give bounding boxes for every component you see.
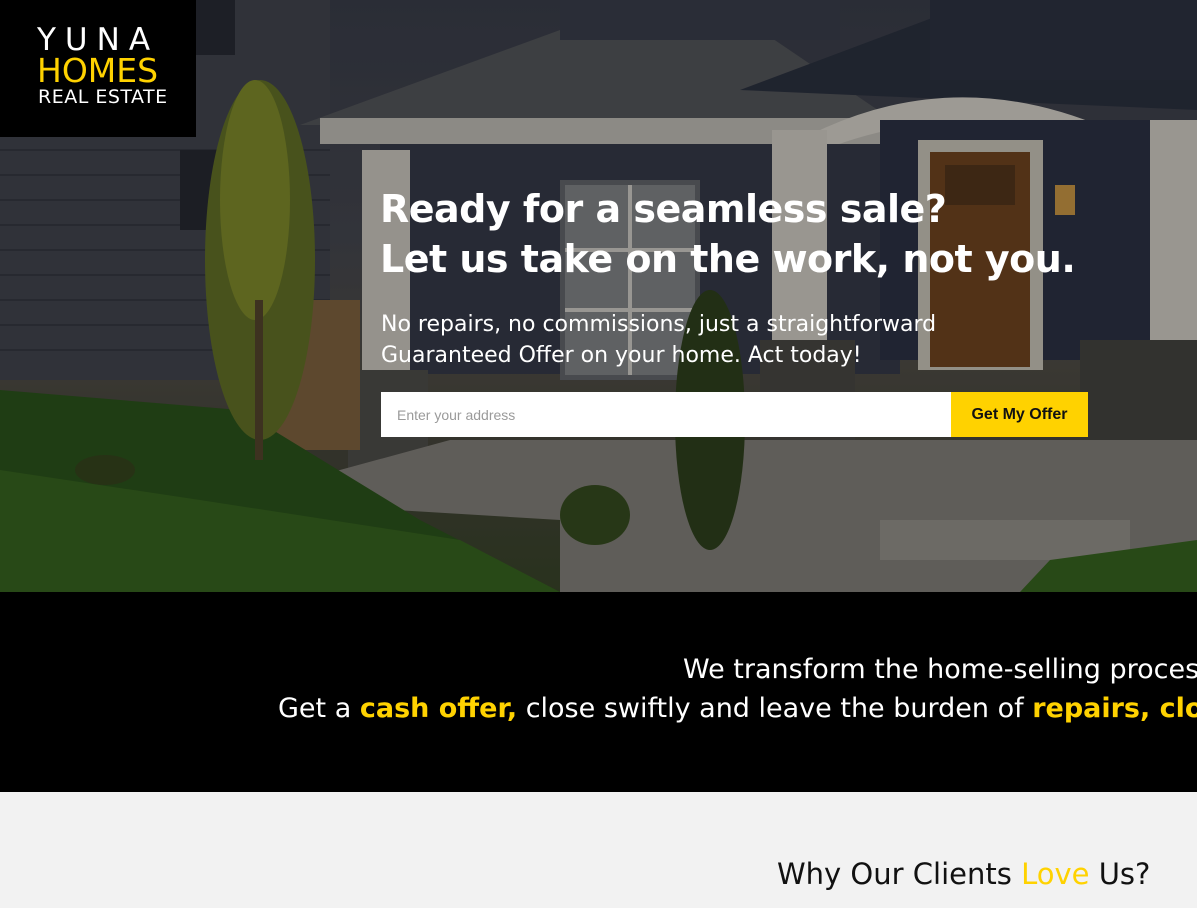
- band-line2-text2: close swiftly and leave the burden of: [517, 693, 1033, 724]
- hero-headline-line1: Ready for a seamless sale?: [380, 187, 947, 231]
- address-form: Get My Offer: [381, 392, 1088, 437]
- hero-subtitle: No repairs, no commissions, just a strai…: [381, 309, 981, 371]
- address-input[interactable]: [381, 392, 951, 437]
- value-proposition-band: We transform the home-selling proces Get…: [0, 592, 1197, 792]
- hero-headline: Ready for a seamless sale? Let us take o…: [380, 184, 1076, 284]
- band-line2-text1: Get a: [278, 693, 360, 724]
- testimonials-heading-text2: Us?: [1089, 857, 1151, 891]
- logo-homes-text: HOMES: [37, 51, 159, 90]
- testimonials-heading-text1: Why Our Clients: [777, 857, 1022, 891]
- band-repairs-highlight: repairs, closin: [1032, 693, 1197, 724]
- band-cash-offer-highlight: cash offer,: [359, 693, 518, 724]
- site-logo[interactable]: YUNA HOMES REAL ESTATE: [0, 0, 196, 137]
- band-line2: Get a cash offer, close swiftly and leav…: [278, 693, 1197, 724]
- testimonials-love-highlight: Love: [1021, 857, 1090, 891]
- band-line1: We transform the home-selling proces: [683, 654, 1197, 685]
- hero-headline-line2: Let us take on the work, not you.: [380, 237, 1076, 281]
- get-my-offer-button[interactable]: Get My Offer: [951, 392, 1088, 437]
- testimonials-heading: Why Our Clients Love Us?: [777, 857, 1150, 891]
- hero-subtitle-line2: Guaranteed Offer on your home. Act today…: [381, 343, 862, 368]
- hero-subtitle-line1: No repairs, no commissions, just a strai…: [381, 312, 937, 337]
- logo-real-estate-text: REAL ESTATE: [38, 86, 168, 108]
- hero-section: YUNA HOMES REAL ESTATE Ready for a seaml…: [0, 0, 1197, 592]
- testimonials-section: Why Our Clients Love Us?: [0, 792, 1197, 908]
